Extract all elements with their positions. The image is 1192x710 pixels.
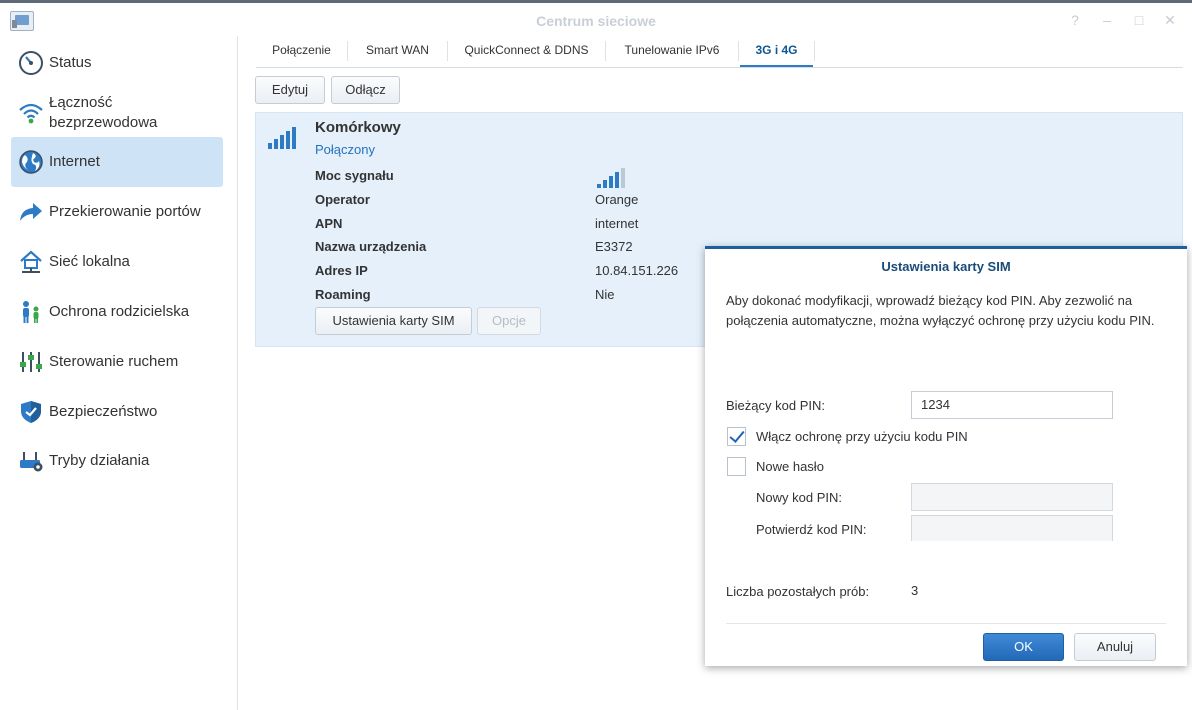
roaming-value: Nie <box>595 287 615 302</box>
dialog-title: Ustawienia karty SIM <box>881 259 1011 274</box>
device-name-label: Nazwa urządzenia <box>315 239 427 254</box>
new-password-checkbox[interactable] <box>727 457 746 476</box>
sidebar-item-label: Bezpieczeństwo <box>49 403 158 420</box>
signal-bar <box>597 184 601 188</box>
sidebar-item-label: Ochrona rodzicielska <box>49 303 190 320</box>
sim-settings-button[interactable]: Ustawienia karty SIM <box>315 307 472 335</box>
tab-connection[interactable]: Połączenie <box>256 36 347 67</box>
sidebar-item-label: Sieć lokalna <box>49 253 130 270</box>
signal-strength-label: Moc sygnału <box>315 168 394 183</box>
sidebar-item-operation-modes[interactable]: Tryby działania <box>11 436 223 486</box>
sim-settings-dialog: Ustawienia karty SIM Aby dokonać modyfik… <box>705 246 1187 666</box>
shield-icon <box>18 399 44 425</box>
ip-address-value: 10.84.151.226 <box>595 263 679 278</box>
sidebar-item-wireless[interactable]: Łączność bezprzewodowa <box>11 88 223 138</box>
new-pin-label: Nowy kod PIN: <box>756 490 842 505</box>
tab-ipv6-tunneling[interactable]: Tunelowanie IPv6 <box>606 36 738 67</box>
cellular-signal-icon <box>268 125 298 154</box>
family-icon <box>18 299 44 325</box>
window-title: Centrum sieciowe <box>536 13 656 29</box>
ip-address-label: Adres IP <box>315 263 368 278</box>
signal-bar <box>603 180 607 188</box>
sidebar-item-label: Internet <box>49 153 100 170</box>
minimize-icon[interactable]: – <box>1099 12 1115 28</box>
ok-button[interactable]: OK <box>983 633 1064 661</box>
edit-button[interactable]: Edytuj <box>255 76 325 104</box>
tab-bar: Połączenie Smart WAN QuickConnect & DDNS… <box>256 36 1183 68</box>
sidebar: Status Łączność bezprzewodowa Internet P… <box>0 36 238 710</box>
maximize-icon[interactable]: □ <box>1131 12 1147 28</box>
options-button[interactable]: Opcje <box>477 307 541 335</box>
close-icon[interactable]: ✕ <box>1162 12 1178 28</box>
remaining-attempts-label: Liczba pozostałych prób: <box>726 584 870 599</box>
sidebar-item-security[interactable]: Bezpieczeństwo <box>11 387 223 437</box>
sliders-icon <box>18 349 44 375</box>
sidebar-item-parental-control[interactable]: Ochrona rodzicielska <box>11 287 223 337</box>
connection-name: Komórkowy <box>315 119 401 136</box>
sidebar-item-traffic-control[interactable]: Sterowanie ruchem <box>11 337 223 387</box>
signal-strength-bars <box>597 166 629 191</box>
dialog-divider <box>726 623 1166 624</box>
sidebar-item-label: Łączność bezprzewodowa <box>49 94 158 131</box>
tab-smart-wan[interactable]: Smart WAN <box>348 36 447 67</box>
signal-bar <box>609 176 613 188</box>
signal-bar <box>621 168 625 188</box>
cancel-button[interactable]: Anuluj <box>1074 633 1156 661</box>
roaming-label: Roaming <box>315 287 371 302</box>
remaining-attempts-value: 3 <box>911 583 919 598</box>
router-gear-icon <box>18 448 44 474</box>
operator-label: Operator <box>315 192 370 207</box>
apn-value: internet <box>595 216 639 231</box>
help-icon[interactable]: ? <box>1067 12 1083 28</box>
home-network-icon <box>18 249 44 275</box>
current-pin-input[interactable]: 1234 <box>911 391 1113 419</box>
connection-status: Połączony <box>315 142 375 157</box>
sidebar-item-port-forwarding[interactable]: Przekierowanie portów <box>11 187 223 237</box>
wifi-icon <box>18 100 44 126</box>
tab-divider <box>738 41 739 61</box>
tab-quickconnect-ddns[interactable]: QuickConnect & DDNS <box>448 36 605 67</box>
device-name-value: E3372 <box>595 239 633 254</box>
enable-pin-label: Włącz ochronę przy użyciu kodu PIN <box>756 429 968 444</box>
sidebar-item-status[interactable]: Status <box>11 38 223 88</box>
new-pin-input[interactable] <box>911 483 1113 511</box>
apn-label: APN <box>315 216 343 231</box>
tab-divider <box>814 41 815 61</box>
new-password-label: Nowe hasło <box>756 459 824 474</box>
signal-bar <box>615 172 619 188</box>
sidebar-item-label: Sterowanie ruchem <box>49 353 179 370</box>
tab-3g-4g[interactable]: 3G i 4G <box>740 36 813 67</box>
operator-value: Orange <box>595 192 639 207</box>
sidebar-item-internet[interactable]: Internet <box>11 137 223 187</box>
disconnect-button[interactable]: Odłącz <box>331 76 400 104</box>
confirm-pin-input[interactable] <box>911 515 1113 541</box>
gauge-icon <box>18 50 44 76</box>
sidebar-item-label: Przekierowanie portów <box>49 203 201 220</box>
sidebar-item-label: Status <box>49 54 92 71</box>
current-pin-label: Bieżący kod PIN: <box>726 398 825 413</box>
enable-pin-checkbox[interactable] <box>727 427 746 446</box>
dialog-description: Aby dokonać modyfikacji, wprowadź bieżąc… <box>726 293 1155 328</box>
title-bar: Centrum sieciowe ? – □ ✕ <box>0 3 1192 36</box>
sidebar-item-label: Tryby działania <box>49 452 150 469</box>
globe-icon <box>18 149 44 175</box>
forward-arrow-icon <box>18 199 44 225</box>
confirm-pin-label: Potwierdź kod PIN: <box>756 522 867 537</box>
sidebar-item-local-network[interactable]: Sieć lokalna <box>11 237 223 287</box>
